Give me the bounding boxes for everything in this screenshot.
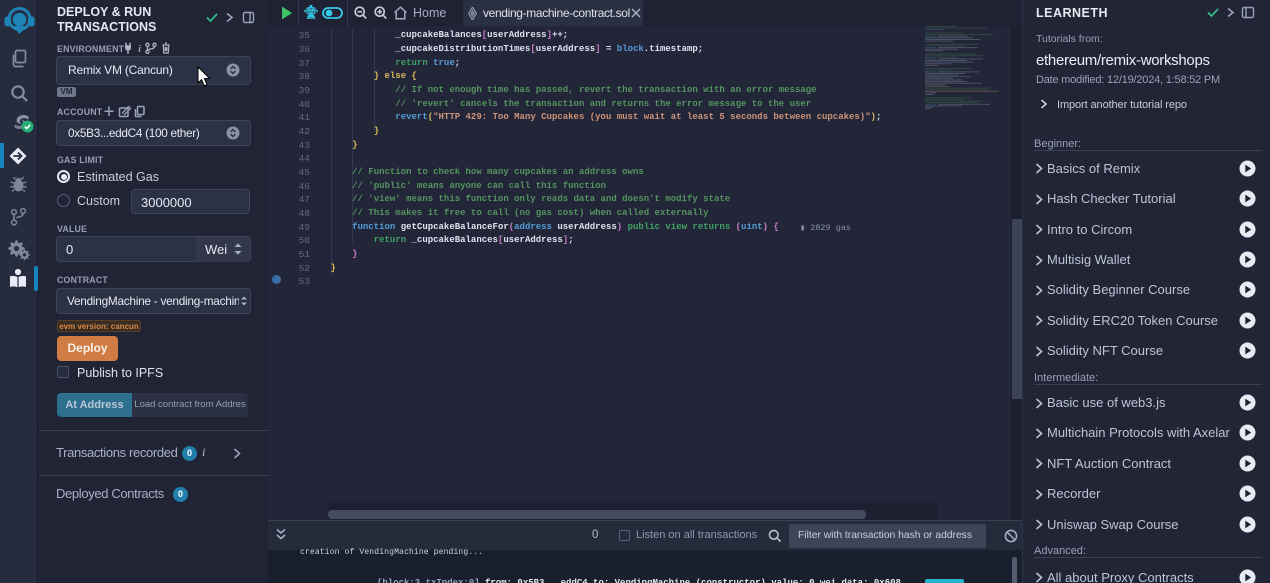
svg-text:i: i	[138, 43, 141, 54]
